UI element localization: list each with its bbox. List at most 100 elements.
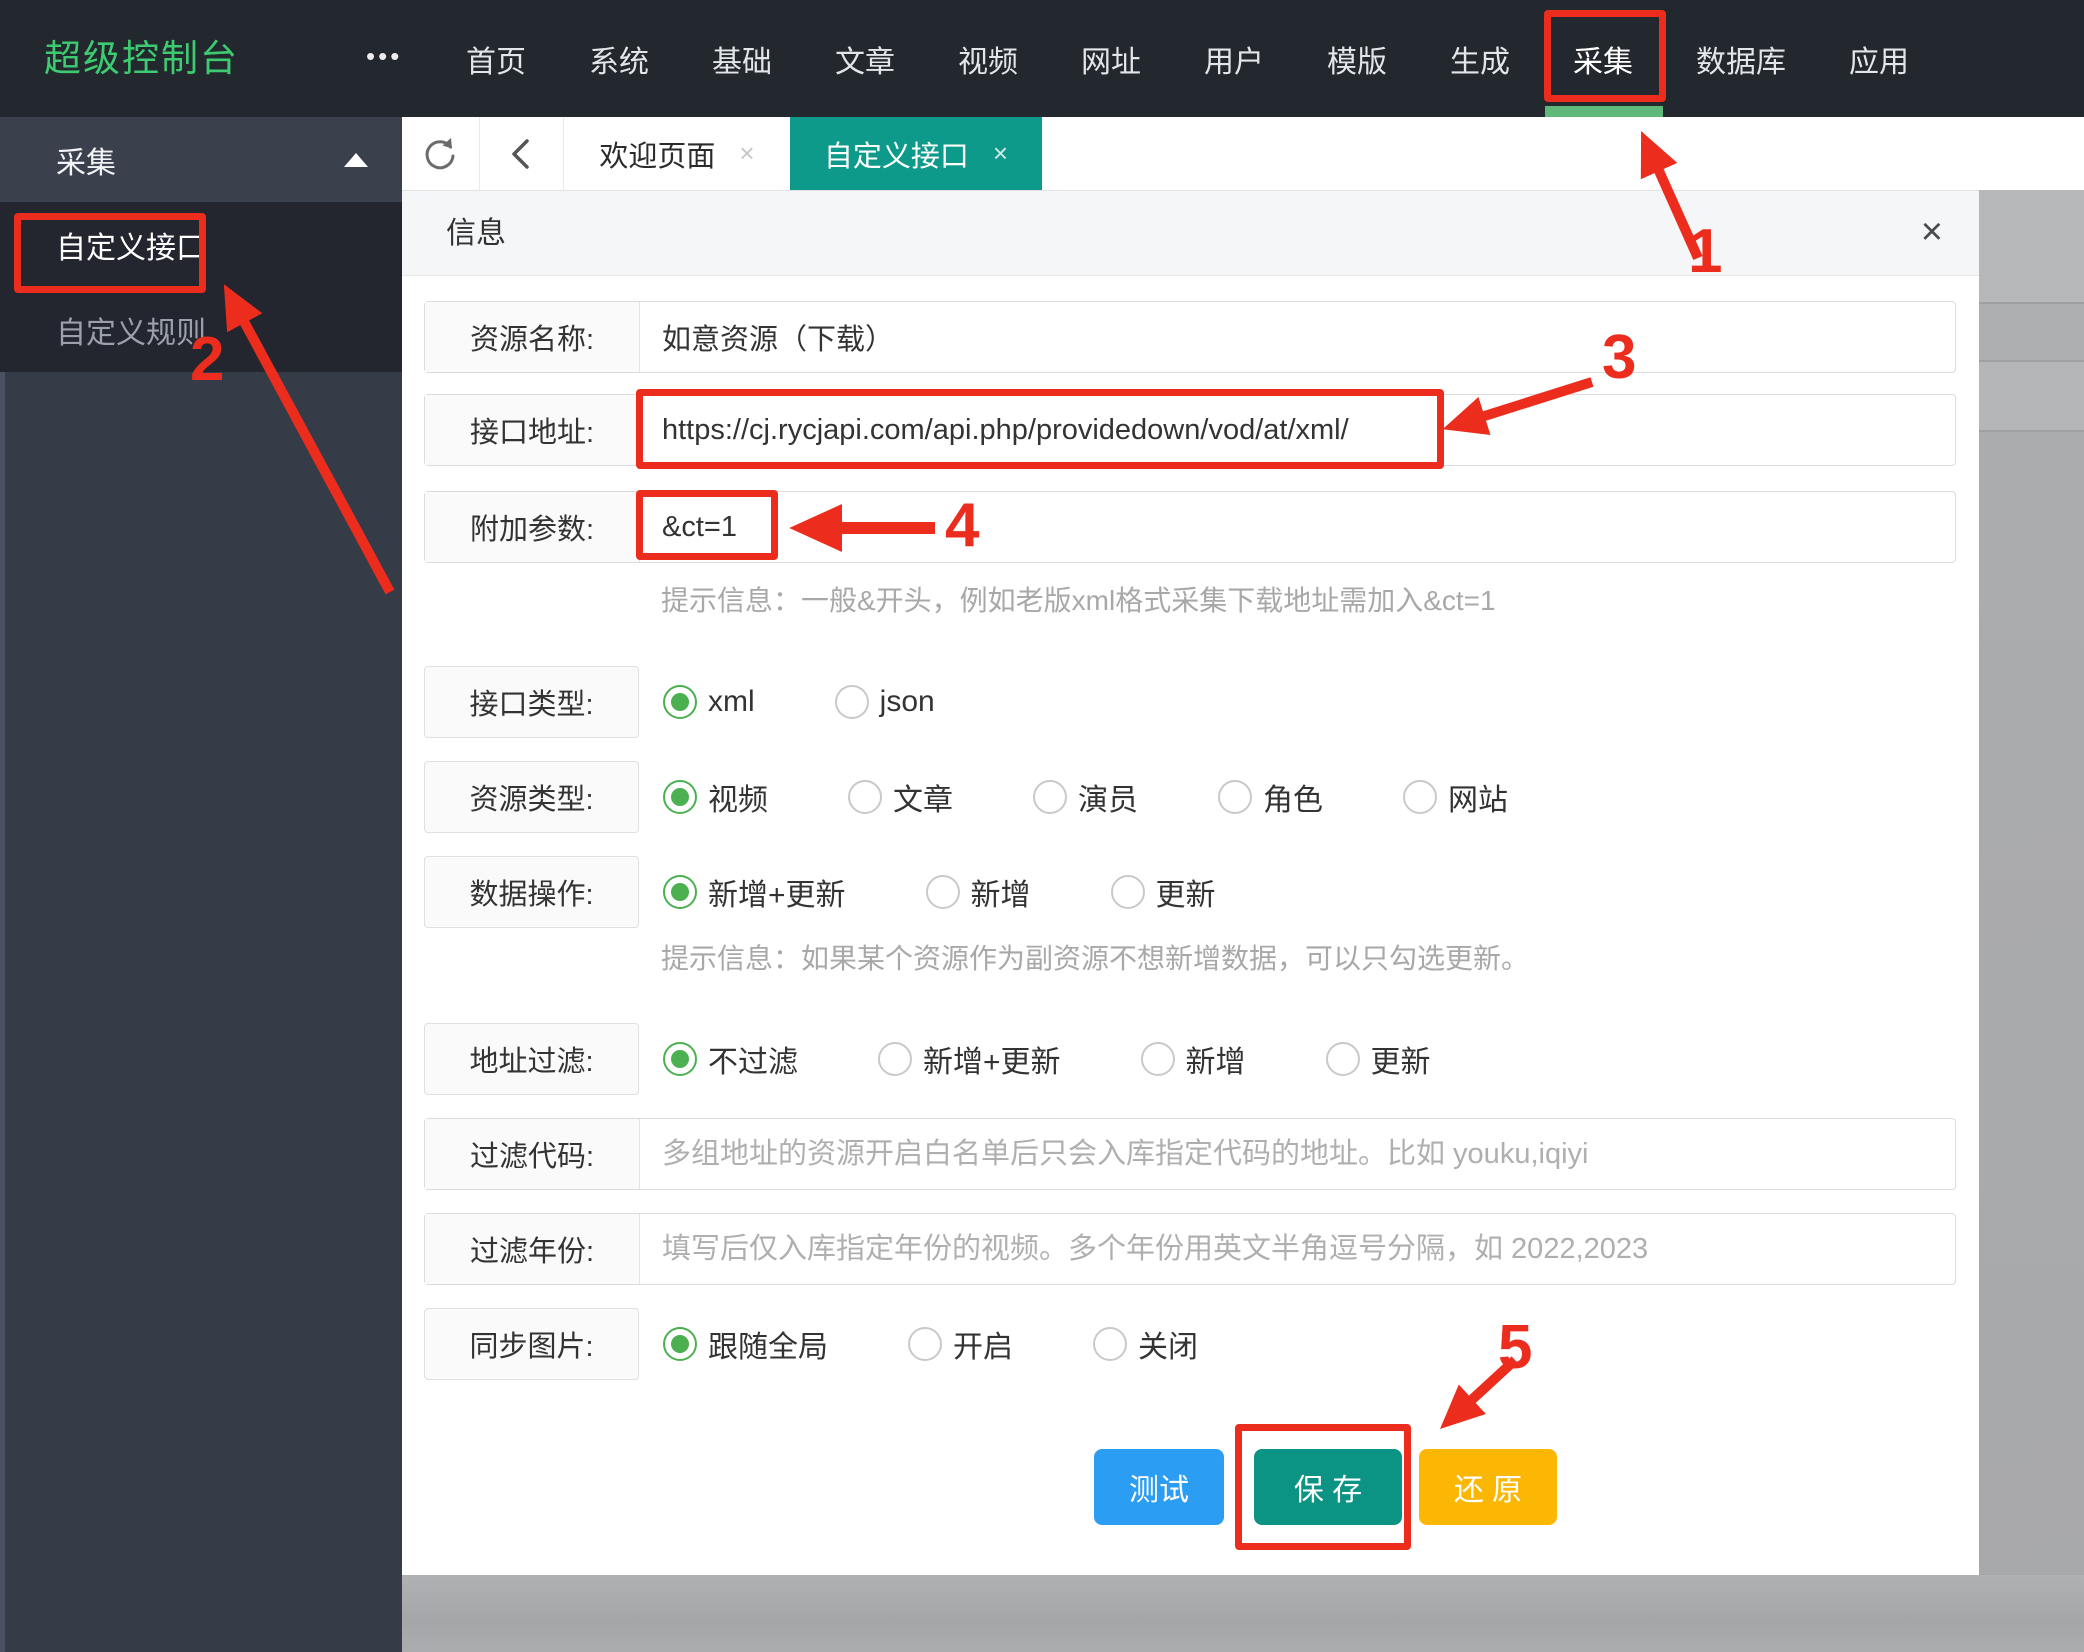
modal-header: 信息 × (402, 191, 1979, 276)
field-row-sync-images: 同步图片: 跟随全局 开启 关闭 (424, 1308, 1956, 1380)
radio-option-no-filter[interactable]: 不过滤 (663, 1037, 798, 1081)
sidebar-submenu: 自定义接口 自定义规则 (0, 202, 402, 372)
radio-label: 不过滤 (708, 1037, 798, 1081)
tab-close-icon[interactable]: × (993, 138, 1008, 169)
field-row-filter-year: 过滤年份: (424, 1213, 1956, 1285)
field-label: 接口类型: (424, 666, 639, 738)
tab-scroll-left-button[interactable] (480, 117, 562, 190)
nav-item-user[interactable]: 用户 (1204, 37, 1264, 81)
radio-icon[interactable] (926, 875, 960, 909)
field-label: 过滤年份: (425, 1214, 640, 1284)
radio-selected-icon[interactable] (663, 875, 697, 909)
field-row-extra-params: 附加参数: (424, 491, 1956, 563)
app-logo: 超级控制台 (44, 0, 239, 117)
field-label: 资源名称: (425, 302, 640, 372)
sidebar-item-custom-rule[interactable]: 自定义规则 (0, 287, 402, 372)
radio-icon[interactable] (848, 780, 882, 814)
radio-icon[interactable] (908, 1327, 942, 1361)
radio-selected-icon[interactable] (663, 685, 697, 719)
field-row-data-operation: 数据操作: 新增+更新 新增 更新 (424, 856, 1956, 928)
close-icon[interactable]: × (1921, 191, 1943, 276)
field-label: 附加参数: (425, 492, 640, 562)
radio-option-add-update[interactable]: 新增+更新 (663, 870, 846, 914)
radio-option-add[interactable]: 新增 (1141, 1037, 1246, 1081)
nav-item-article[interactable]: 文章 (835, 37, 895, 81)
tab-custom-interface[interactable]: 自定义接口 × (790, 117, 1042, 190)
radio-icon[interactable] (878, 1042, 912, 1076)
radio-group-resource-type: 视频 文章 演员 角色 网站 (663, 761, 1508, 833)
chevron-left-icon (503, 134, 539, 174)
nav-menu: 首页 系统 基础 文章 视频 网址 用户 模版 生成 采集 数据库 应用 (466, 0, 1909, 117)
radio-option-follow-global[interactable]: 跟随全局 (663, 1322, 828, 1366)
test-button[interactable]: 测试 (1094, 1449, 1224, 1525)
nav-item-home[interactable]: 首页 (466, 37, 526, 81)
radio-option-update[interactable]: 更新 (1326, 1037, 1431, 1081)
radio-label: 开启 (953, 1322, 1013, 1366)
extra-params-hint: 提示信息：一般&开头，例如老版xml格式采集下载地址需加入&ct=1 (661, 579, 1496, 619)
radio-label: 关闭 (1138, 1322, 1198, 1366)
radio-selected-icon[interactable] (663, 1042, 697, 1076)
nav-item-generate[interactable]: 生成 (1450, 37, 1510, 81)
info-modal: 信息 × 资源名称: 接口地址: 附加参数: 提示信息：一般&开头，例如老版xm… (402, 190, 1979, 1575)
radio-option-video[interactable]: 视频 (663, 775, 768, 819)
resource-name-input[interactable] (640, 302, 1955, 372)
nav-item-template[interactable]: 模版 (1327, 37, 1387, 81)
nav-item-apps[interactable]: 应用 (1849, 37, 1909, 81)
radio-option-actor[interactable]: 演员 (1033, 775, 1138, 819)
sidebar-group-label: 采集 (56, 138, 116, 182)
nav-item-video[interactable]: 视频 (958, 37, 1018, 81)
radio-selected-icon[interactable] (663, 1327, 697, 1361)
radio-label: 新增 (1186, 1037, 1246, 1081)
radio-option-add-update[interactable]: 新增+更新 (878, 1037, 1061, 1081)
sidebar-item-custom-interface[interactable]: 自定义接口 (0, 202, 402, 287)
radio-label: 视频 (708, 775, 768, 819)
radio-icon[interactable] (1218, 780, 1252, 814)
radio-label: 新增 (971, 870, 1031, 914)
restore-button[interactable]: 还 原 (1419, 1449, 1557, 1525)
radio-option-article[interactable]: 文章 (848, 775, 953, 819)
field-row-api-url: 接口地址: (424, 394, 1956, 466)
filter-code-input[interactable] (640, 1119, 1955, 1189)
radio-option-enable[interactable]: 开启 (908, 1322, 1013, 1366)
radio-option-json[interactable]: json (835, 685, 935, 719)
radio-selected-icon[interactable] (663, 780, 697, 814)
radio-option-website[interactable]: 网站 (1403, 775, 1508, 819)
masked-background-table (1979, 190, 2084, 1652)
refresh-button[interactable] (402, 117, 478, 190)
radio-option-add[interactable]: 新增 (926, 870, 1031, 914)
radio-label: 跟随全局 (708, 1322, 828, 1366)
nav-item-url[interactable]: 网址 (1081, 37, 1141, 81)
top-navbar: 超级控制台 ••• 首页 系统 基础 文章 视频 网址 用户 模版 生成 采集 … (0, 0, 2084, 117)
radio-option-update[interactable]: 更新 (1111, 870, 1216, 914)
radio-option-role[interactable]: 角色 (1218, 775, 1323, 819)
nav-item-basic[interactable]: 基础 (712, 37, 772, 81)
radio-icon[interactable] (835, 685, 869, 719)
field-label: 数据操作: (424, 856, 639, 928)
radio-icon[interactable] (1033, 780, 1067, 814)
filter-year-input[interactable] (640, 1214, 1955, 1284)
extra-params-input[interactable] (640, 492, 1955, 562)
save-button[interactable]: 保 存 (1254, 1449, 1402, 1525)
radio-label: 更新 (1371, 1037, 1431, 1081)
nav-item-database[interactable]: 数据库 (1696, 37, 1786, 81)
radio-option-xml[interactable]: xml (663, 685, 755, 719)
more-menu-icon[interactable]: ••• (366, 0, 402, 117)
radio-group-data-operation: 新增+更新 新增 更新 (663, 856, 1216, 928)
radio-group-sync-images: 跟随全局 开启 关闭 (663, 1308, 1198, 1380)
radio-icon[interactable] (1141, 1042, 1175, 1076)
radio-icon[interactable] (1111, 875, 1145, 909)
field-row-resource-type: 资源类型: 视频 文章 演员 角色 网站 (424, 761, 1956, 833)
radio-label: xml (708, 685, 755, 719)
radio-icon[interactable] (1093, 1327, 1127, 1361)
tab-close-icon[interactable]: × (739, 138, 754, 169)
data-operation-hint: 提示信息：如果某个资源作为副资源不想新增数据，可以只勾选更新。 (661, 937, 1529, 977)
nav-item-system[interactable]: 系统 (589, 37, 649, 81)
radio-option-disable[interactable]: 关闭 (1093, 1322, 1198, 1366)
api-url-input[interactable] (640, 395, 1955, 465)
modal-title: 信息 (446, 191, 506, 276)
radio-icon[interactable] (1403, 780, 1437, 814)
nav-item-collect[interactable]: 采集 (1573, 37, 1633, 81)
tab-welcome[interactable]: 欢迎页面 × (564, 117, 790, 190)
radio-icon[interactable] (1326, 1042, 1360, 1076)
sidebar-group-collect[interactable]: 采集 (0, 117, 402, 202)
